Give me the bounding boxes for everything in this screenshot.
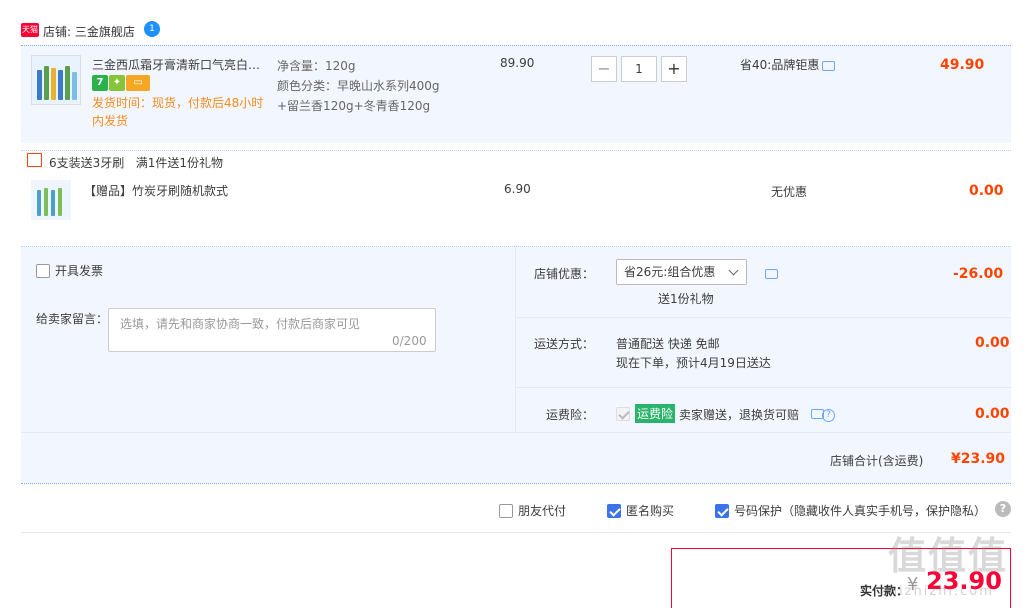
shop-name[interactable]: 店铺: 三金旗舰店 — [43, 23, 135, 40]
item-price: 89.90 — [500, 56, 535, 70]
shipping-eta: 现在下单，预计4月19日送达 — [616, 356, 771, 370]
tmall-logo: 天猫 — [21, 23, 39, 37]
store-discount-select[interactable]: 省26元:组合优惠 — [616, 259, 747, 285]
spec-color-1: 颜色分类：早晚山水系列400g — [277, 79, 440, 93]
gift-title[interactable]: 【赠品】竹炭牙刷随机款式 — [84, 182, 228, 199]
insurance-text: 卖家赠送，退换货可赔 — [679, 408, 800, 422]
comment-icon[interactable] — [765, 268, 778, 279]
divider — [21, 532, 1011, 533]
store-total-value: ¥23.90 — [951, 451, 1006, 467]
store-total-label: 店铺合计(含运费) — [830, 454, 924, 468]
gift-icon — [27, 153, 42, 167]
gift-note: 送1份礼物 — [658, 292, 714, 306]
gift-subtotal: 0.00 — [969, 183, 1004, 199]
number-protect-checkbox[interactable] — [715, 503, 729, 518]
insurance-label: 运费险： — [545, 408, 594, 422]
divider — [21, 432, 1011, 433]
number-protect-label: 号码保护（隐藏收件人真实手机号，保护隐私） — [734, 504, 987, 518]
watermark-url: zhizhizhi.com — [880, 584, 994, 599]
gift-thumbnail[interactable] — [31, 180, 71, 220]
anonymous-label: 匿名购买 — [626, 504, 675, 518]
friend-pay-checkbox[interactable] — [499, 503, 513, 518]
item-badges: 7 ✦ ▭ — [92, 75, 151, 91]
store-discount-value: 省26元:组合优惠 — [624, 265, 716, 279]
spec-weight: 净含量：120g — [277, 59, 356, 73]
divider — [515, 317, 1011, 318]
store-discount-comment[interactable] — [762, 266, 778, 280]
discount-text: 省40:品牌钜惠 — [740, 58, 820, 72]
anonymous-option[interactable]: 匿名购买 — [607, 502, 674, 519]
insurance-checkbox — [616, 406, 630, 421]
shipping-amount: 0.00 — [975, 335, 1010, 351]
item-spec: 净含量：120g 颜色分类：早晚山水系列400g +留兰香120g+冬青香120… — [277, 56, 440, 116]
anonymous-checkbox[interactable] — [607, 503, 621, 518]
item-title[interactable]: 三金西瓜霜牙膏清新口气亮白护龈牙膏 — [92, 56, 270, 73]
spec-color-2: +留兰香120g+冬青香120g — [277, 99, 431, 113]
friend-pay-option[interactable]: 朋友代付 — [499, 502, 566, 519]
insurance-help[interactable]: ? — [822, 406, 835, 422]
item-discount: 省40:品牌钜惠 — [740, 56, 836, 73]
ship-time: 发货时间：现货，付款后48小时内发货 — [92, 96, 264, 128]
wangwang-chat-icon[interactable]: 1 — [144, 21, 160, 37]
checkbox-disabled — [616, 406, 630, 421]
question-icon[interactable]: ? — [822, 409, 835, 422]
gift-promo: 6支装送3牙刷 满1件送1份礼物 — [49, 156, 223, 170]
message-label: 给卖家留言： — [36, 312, 109, 326]
message-count: 0/200 — [392, 334, 427, 348]
invoice-label: 开具发票 — [55, 264, 104, 278]
store-discount-label: 店铺优惠： — [533, 267, 594, 281]
seven-day-return-icon: 7 — [92, 75, 108, 91]
credit-card-icon: ▭ — [126, 75, 150, 91]
watermark: 值值值 — [888, 534, 1009, 578]
gift-price: 6.90 — [504, 182, 531, 196]
invoice-checkbox[interactable] — [36, 263, 50, 278]
shipping-method: 普通配送 快递 免邮 — [616, 337, 720, 351]
insurance-amount: 0.00 — [975, 406, 1010, 422]
help-icon[interactable]: ? — [995, 501, 1011, 517]
comment-icon[interactable] — [822, 60, 836, 71]
number-protect-option[interactable]: 号码保护（隐藏收件人真实手机号，保护隐私） — [715, 502, 986, 519]
item-thumbnail[interactable] — [31, 55, 81, 105]
store-discount-amount: -26.00 — [953, 266, 1004, 282]
decrease-button[interactable]: − — [591, 56, 617, 82]
insurance-tag: 运费险 — [635, 404, 676, 423]
message-placeholder: 选填，请先和商家协商一致，付款后商家可见 — [120, 317, 361, 331]
divider — [515, 387, 1011, 388]
shipping-label: 运送方式： — [533, 337, 594, 351]
friend-pay-label: 朋友代付 — [518, 504, 567, 518]
gift-discount: 无优惠 — [771, 185, 808, 199]
quantity-input[interactable]: 1 — [621, 56, 657, 82]
guarantee-icon: ✦ — [109, 75, 125, 91]
increase-button[interactable]: + — [661, 56, 687, 82]
chevron-down-icon — [728, 265, 739, 276]
item-subtotal: 49.90 — [940, 57, 985, 73]
quantity-stepper: − 1 + — [591, 56, 687, 82]
invoice-option[interactable]: 开具发票 — [36, 262, 103, 279]
